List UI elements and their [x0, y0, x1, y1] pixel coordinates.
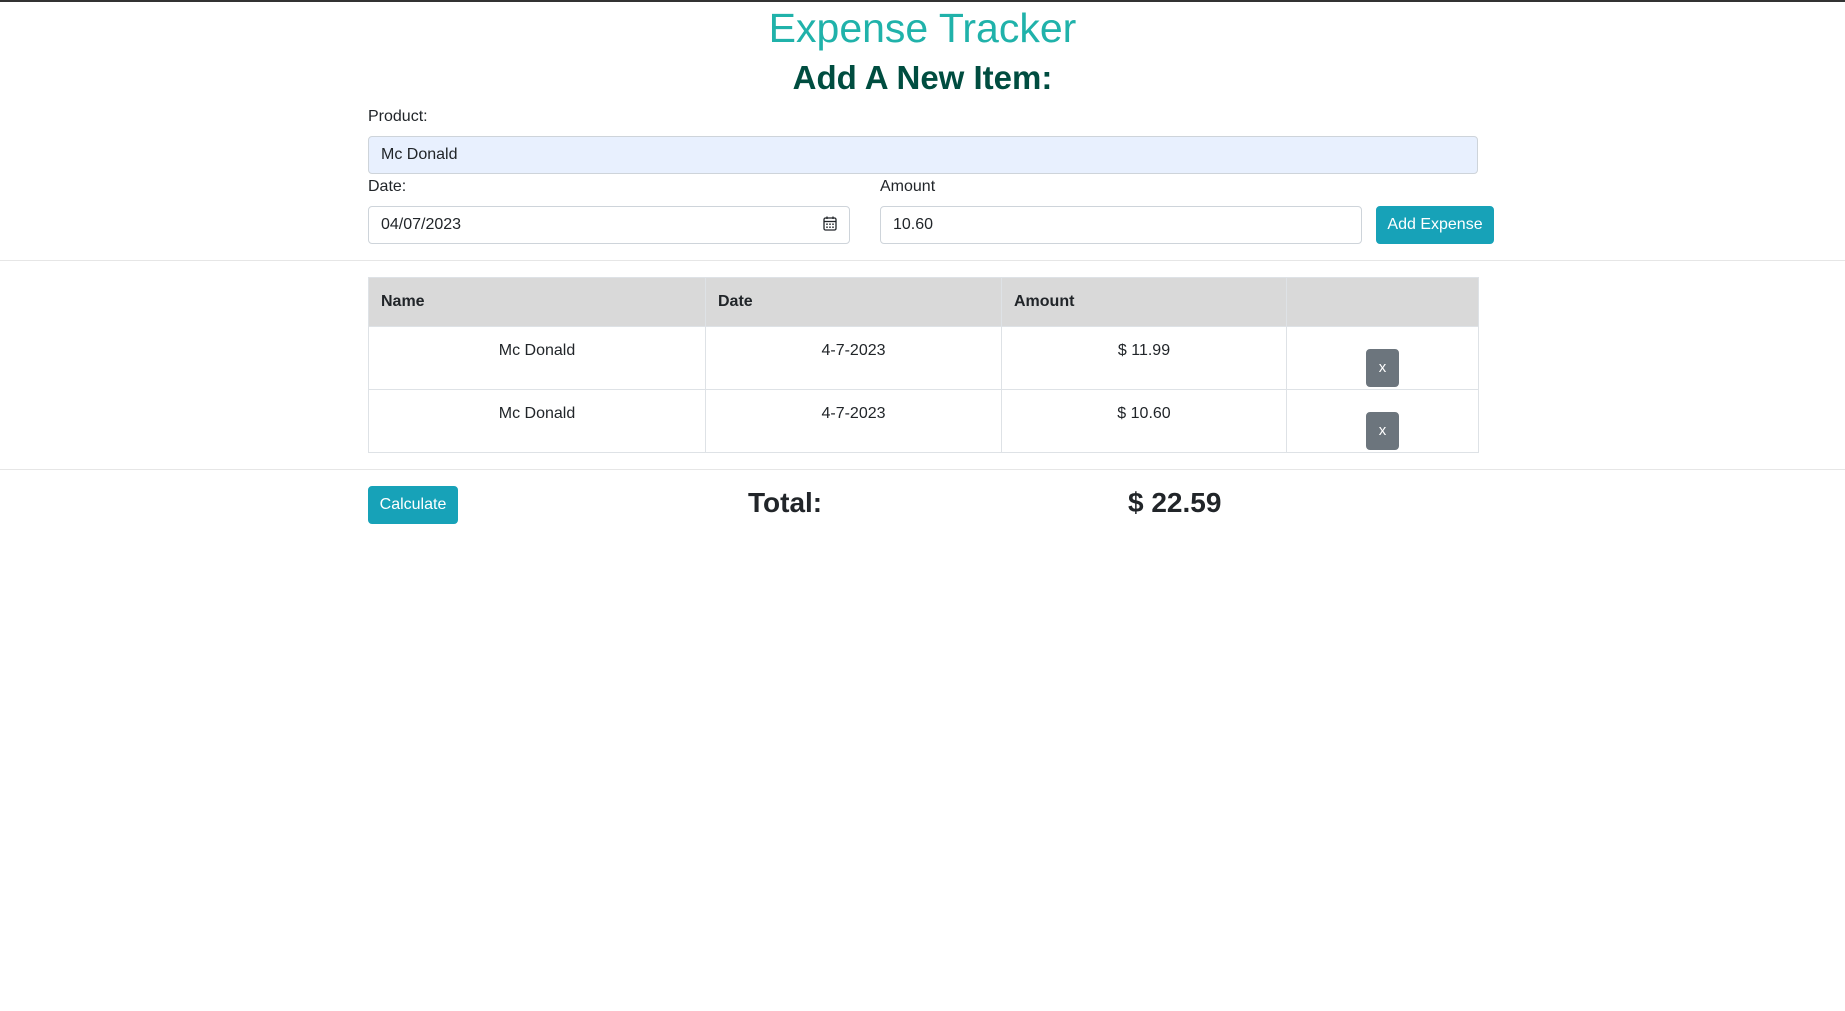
- calculate-button[interactable]: Calculate: [368, 486, 458, 524]
- column-header-date: Date: [705, 277, 1002, 327]
- cell-date: 4-7-2023: [705, 389, 1002, 453]
- cell-actions: x: [1286, 326, 1479, 390]
- date-input[interactable]: [368, 206, 850, 244]
- total-value: $ 22.59: [1128, 487, 1222, 518]
- cell-name: Mc Donald: [368, 389, 706, 453]
- date-field[interactable]: [368, 206, 850, 244]
- cell-date: 4-7-2023: [705, 326, 1002, 390]
- table-row: Mc Donald 4-7-2023 $ 10.60 x: [368, 389, 1479, 453]
- app-title: Expense Tracker: [768, 5, 1077, 51]
- product-input[interactable]: [368, 136, 1478, 174]
- column-header-actions: [1286, 277, 1479, 327]
- product-label: Product:: [368, 108, 428, 125]
- amount-label: Amount: [880, 178, 936, 195]
- delete-button[interactable]: x: [1366, 412, 1399, 450]
- amount-input[interactable]: [880, 206, 1362, 244]
- cell-amount: $ 10.60: [1001, 389, 1287, 453]
- add-expense-button[interactable]: Add Expense: [1376, 206, 1494, 244]
- cell-amount: $ 11.99: [1001, 326, 1287, 390]
- form-heading: Add A New Item:: [792, 59, 1053, 96]
- table-row: Mc Donald 4-7-2023 $ 11.99 x: [368, 326, 1479, 390]
- window-top-border: [0, 0, 1845, 2]
- divider-top: [0, 260, 1845, 261]
- column-header-name: Name: [368, 277, 706, 327]
- total-label: Total:: [748, 487, 823, 518]
- table-header-row: Name Date Amount: [368, 277, 1479, 327]
- delete-button[interactable]: x: [1366, 349, 1399, 387]
- cell-name: Mc Donald: [368, 326, 706, 390]
- cell-actions: x: [1286, 389, 1479, 453]
- expenses-table: Name Date Amount Mc Donald 4-7-2023 $ 11…: [368, 277, 1479, 453]
- date-label: Date:: [368, 178, 407, 195]
- column-header-amount: Amount: [1001, 277, 1287, 327]
- calendar-icon[interactable]: [823, 216, 837, 231]
- divider-bottom: [0, 469, 1845, 470]
